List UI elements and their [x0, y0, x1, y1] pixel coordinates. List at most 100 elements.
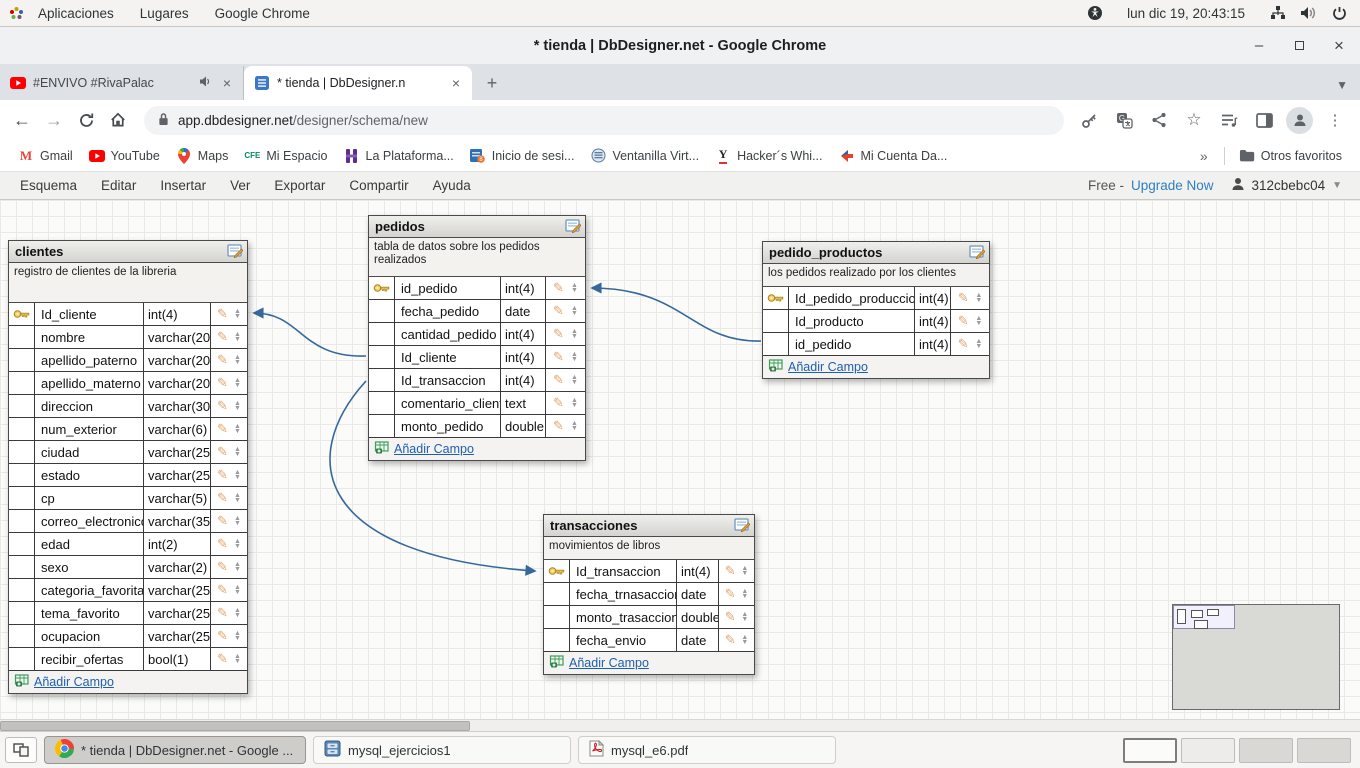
move-field-icon[interactable]: ▲▼	[571, 329, 578, 339]
tab-close-icon[interactable]: ×	[448, 75, 464, 91]
field-row-Id_cliente[interactable]: Id_clienteint(4)✎▲▼	[369, 346, 585, 369]
new-tab-button[interactable]: +	[478, 69, 506, 97]
edit-table-icon[interactable]	[734, 517, 750, 535]
bookmark-inicio-de-sesi-[interactable]: 8Inicio de sesi...	[462, 144, 583, 168]
edit-field-icon[interactable]: ✎	[553, 418, 564, 434]
field-row-apellido_paterno[interactable]: apellido_paternovarchar(20)✎▲▼	[9, 349, 247, 372]
appmenu-insertar[interactable]: Insertar	[148, 172, 218, 199]
upgrade-link[interactable]: Upgrade Now	[1131, 178, 1214, 193]
bookmark-mi-cuenta-da-[interactable]: Mi Cuenta Da...	[831, 144, 956, 168]
clock[interactable]: lun dic 19, 20:43:15	[1117, 6, 1255, 21]
lock-icon[interactable]	[158, 112, 169, 129]
move-field-icon[interactable]: ▲▼	[571, 283, 578, 293]
edit-table-icon[interactable]	[969, 244, 985, 262]
field-row-monto_trasaccion[interactable]: monto_trasacciondouble✎▲▼	[544, 606, 754, 629]
browser-tab[interactable]: #ENVIVO #RivaPalac×	[0, 66, 244, 100]
edit-field-icon[interactable]: ✎	[217, 329, 228, 345]
move-field-icon[interactable]: ▲▼	[741, 635, 748, 645]
edit-table-icon[interactable]	[565, 218, 581, 236]
close-button[interactable]: ×	[1332, 39, 1346, 53]
field-row-fecha_envio[interactable]: fecha_enviodate✎▲▼	[544, 629, 754, 652]
db-table-pedidos[interactable]: pedidostabla de datos sobre los pedidos …	[368, 215, 586, 461]
key-icon[interactable]	[1076, 107, 1102, 133]
power-icon[interactable]	[1331, 5, 1348, 22]
edit-field-icon[interactable]: ✎	[217, 559, 228, 575]
menu-icon[interactable]: ⋮	[1322, 107, 1348, 133]
field-row-cp[interactable]: cpvarchar(5)✎▲▼	[9, 487, 247, 510]
minimap[interactable]	[1172, 604, 1340, 710]
relation-pedido_productos.id_pedido-to-pedidos.id_pedido[interactable]	[592, 288, 761, 341]
appmenu-compartir[interactable]: Compartir	[337, 172, 420, 199]
edit-field-icon[interactable]: ✎	[553, 303, 564, 319]
edit-field-icon[interactable]: ✎	[217, 375, 228, 391]
edit-field-icon[interactable]: ✎	[553, 372, 564, 388]
field-row-sexo[interactable]: sexovarchar(2)✎▲▼	[9, 556, 247, 579]
field-row-fecha_pedido[interactable]: fecha_pedidodate✎▲▼	[369, 300, 585, 323]
move-field-icon[interactable]: ▲▼	[234, 493, 241, 503]
profile-icon[interactable]	[1286, 107, 1313, 134]
field-row-comentario_cliente[interactable]: comentario_clientetext✎▲▼	[369, 392, 585, 415]
field-row-tema_favorito[interactable]: tema_favoritovarchar(25)✎▲▼	[9, 602, 247, 625]
workspace-1[interactable]	[1123, 738, 1177, 763]
edit-field-icon[interactable]: ✎	[217, 605, 228, 621]
reload-button[interactable]	[72, 106, 100, 134]
minimap-viewport[interactable]	[1173, 605, 1235, 629]
taskbar-item-pdf[interactable]: mysql_e6.pdf	[578, 736, 836, 764]
workspace-3[interactable]	[1239, 738, 1293, 763]
bookmark-maps[interactable]: Maps	[168, 144, 237, 168]
back-button[interactable]: ←	[8, 106, 36, 134]
minimize-button[interactable]: –	[1252, 39, 1266, 53]
address-bar[interactable]: app.dbdesigner.net/designer/schema/new	[144, 106, 1064, 135]
appmenu-esquema[interactable]: Esquema	[8, 172, 89, 199]
field-row-Id_transaccion[interactable]: Id_transaccionint(4)✎▲▼	[369, 369, 585, 392]
edit-field-icon[interactable]: ✎	[553, 349, 564, 365]
field-row-Id_transaccion[interactable]: Id_transaccionint(4)✎▲▼	[544, 560, 754, 583]
bookmark-hacker-s-whi-[interactable]: YHacker´s Whi...	[707, 144, 830, 168]
field-row-apellido_materno[interactable]: apellido_maternovarchar(20)✎▲▼	[9, 372, 247, 395]
edit-field-icon[interactable]: ✎	[725, 586, 736, 602]
field-row-Id_cliente[interactable]: Id_clienteint(4)✎▲▼	[9, 303, 247, 326]
edit-field-icon[interactable]: ✎	[553, 280, 564, 296]
move-field-icon[interactable]: ▲▼	[571, 375, 578, 385]
add-field-row[interactable]: Añadir Campo	[544, 652, 754, 674]
horizontal-scrollbar[interactable]	[0, 719, 1360, 731]
horizontal-scrollbar-thumb[interactable]	[0, 721, 470, 731]
table-header[interactable]: pedidos	[369, 216, 585, 238]
volume-icon[interactable]	[1300, 5, 1317, 22]
move-field-icon[interactable]: ▲▼	[234, 424, 241, 434]
edit-field-icon[interactable]: ✎	[217, 536, 228, 552]
add-field-row[interactable]: Añadir Campo	[369, 438, 585, 460]
edit-table-icon[interactable]	[227, 243, 243, 261]
move-field-icon[interactable]: ▲▼	[234, 631, 241, 641]
bookmark-gmail[interactable]: MGmail	[10, 144, 81, 168]
add-field-row[interactable]: Añadir Campo	[763, 356, 989, 378]
appmenu-editar[interactable]: Editar	[89, 172, 148, 199]
edit-field-icon[interactable]: ✎	[217, 421, 228, 437]
edit-field-icon[interactable]: ✎	[217, 651, 228, 667]
edit-field-icon[interactable]: ✎	[958, 313, 969, 329]
topbar-menu-google-chrome[interactable]: Google Chrome	[202, 0, 323, 26]
media-list-icon[interactable]	[1216, 107, 1242, 133]
appmenu-ver[interactable]: Ver	[218, 172, 262, 199]
db-table-clientes[interactable]: clientesregistro de clientes de la libre…	[8, 240, 248, 694]
edit-field-icon[interactable]: ✎	[217, 490, 228, 506]
field-row-nombre[interactable]: nombrevarchar(20)✎▲▼	[9, 326, 247, 349]
field-row-direccion[interactable]: direccionvarchar(30)✎▲▼	[9, 395, 247, 418]
forward-button[interactable]: →	[40, 106, 68, 134]
field-row-fecha_trnasaccion[interactable]: fecha_trnasacciondate✎▲▼	[544, 583, 754, 606]
move-field-icon[interactable]: ▲▼	[975, 316, 982, 326]
move-field-icon[interactable]: ▲▼	[741, 612, 748, 622]
bookmarks-overflow-chevron[interactable]: »	[1190, 148, 1218, 164]
move-field-icon[interactable]: ▲▼	[234, 447, 241, 457]
browser-tab[interactable]: * tienda | DbDesigner.n×	[244, 66, 472, 100]
table-header[interactable]: clientes	[9, 241, 247, 263]
tab-close-icon[interactable]: ×	[219, 75, 235, 91]
db-table-transacciones[interactable]: transaccionesmovimientos de librosId_tra…	[543, 514, 755, 675]
edit-field-icon[interactable]: ✎	[217, 582, 228, 598]
field-row-ocupacion[interactable]: ocupacionvarchar(25)✎▲▼	[9, 625, 247, 648]
edit-field-icon[interactable]: ✎	[217, 444, 228, 460]
edit-field-icon[interactable]: ✎	[217, 467, 228, 483]
field-row-categoria_favorita[interactable]: categoria_favoritavarchar(25)✎▲▼	[9, 579, 247, 602]
move-field-icon[interactable]: ▲▼	[234, 470, 241, 480]
edit-field-icon[interactable]: ✎	[217, 513, 228, 529]
